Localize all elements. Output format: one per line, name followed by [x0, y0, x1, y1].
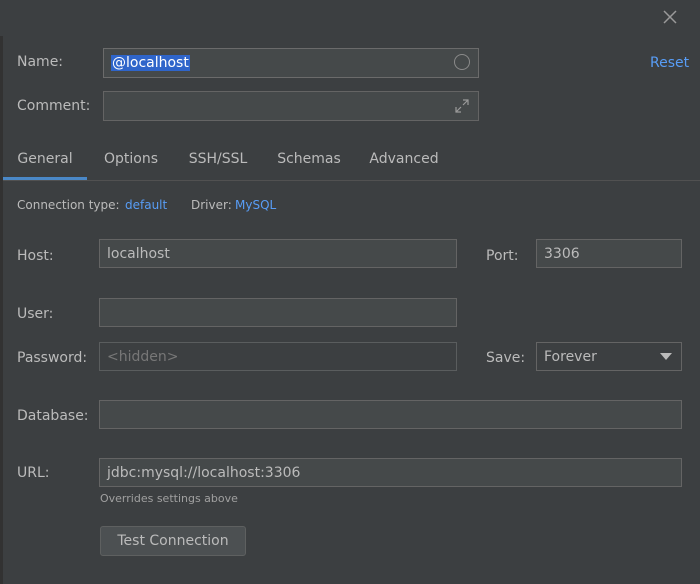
port-value: 3306	[544, 245, 580, 262]
name-value: @localhost	[111, 55, 190, 71]
save-label: Save:	[486, 350, 526, 366]
comment-label: Comment:	[17, 98, 91, 114]
close-icon[interactable]	[661, 8, 679, 26]
host-label: Host:	[17, 248, 54, 264]
tab-general-label: General	[17, 151, 73, 167]
left-edge	[0, 36, 3, 584]
expand-icon[interactable]	[454, 98, 470, 114]
url-label: URL:	[17, 465, 50, 481]
host-input[interactable]: localhost	[99, 239, 457, 268]
name-label: Name:	[17, 54, 64, 70]
name-field[interactable]: @localhost	[103, 48, 479, 78]
tab-options[interactable]: Options	[95, 148, 167, 178]
user-label: User:	[17, 306, 54, 322]
url-input[interactable]: jdbc:mysql://localhost:3306	[99, 458, 682, 487]
password-label: Password:	[17, 350, 88, 366]
save-select[interactable]: Forever	[536, 342, 682, 371]
password-input[interactable]: <hidden>	[99, 342, 457, 371]
database-input[interactable]	[99, 400, 682, 429]
test-connection-label: Test Connection	[117, 533, 229, 549]
password-placeholder: <hidden>	[107, 348, 179, 365]
chevron-down-icon	[660, 353, 672, 360]
comment-field[interactable]	[103, 91, 479, 121]
user-input[interactable]	[99, 298, 457, 327]
test-connection-button[interactable]: Test Connection	[100, 526, 246, 556]
tab-schemas[interactable]: Schemas	[270, 148, 348, 178]
url-value: jdbc:mysql://localhost:3306	[107, 464, 301, 481]
tabs-divider	[3, 180, 700, 181]
host-value: localhost	[107, 245, 170, 262]
url-hint: Overrides settings above	[100, 492, 238, 505]
tab-general[interactable]: General	[3, 148, 87, 180]
tab-ssh-ssl[interactable]: SSH/SSL	[180, 148, 256, 178]
database-label: Database:	[17, 408, 89, 424]
reset-link[interactable]: Reset	[650, 55, 689, 71]
save-value: Forever	[544, 348, 597, 365]
connection-type-link[interactable]: default	[125, 198, 167, 212]
driver-link[interactable]: MySQL	[235, 198, 276, 212]
tab-options-label: Options	[103, 151, 159, 167]
tab-advanced[interactable]: Advanced	[362, 148, 446, 178]
driver-label: Driver:	[191, 198, 232, 212]
tab-schemas-label: Schemas	[277, 151, 341, 167]
tab-advanced-label: Advanced	[369, 151, 439, 167]
port-input[interactable]: 3306	[536, 239, 682, 268]
connection-type-label: Connection type:	[17, 198, 120, 212]
port-label: Port:	[486, 248, 519, 264]
circle-icon[interactable]	[454, 54, 470, 70]
tab-ssh-ssl-label: SSH/SSL	[188, 151, 248, 167]
